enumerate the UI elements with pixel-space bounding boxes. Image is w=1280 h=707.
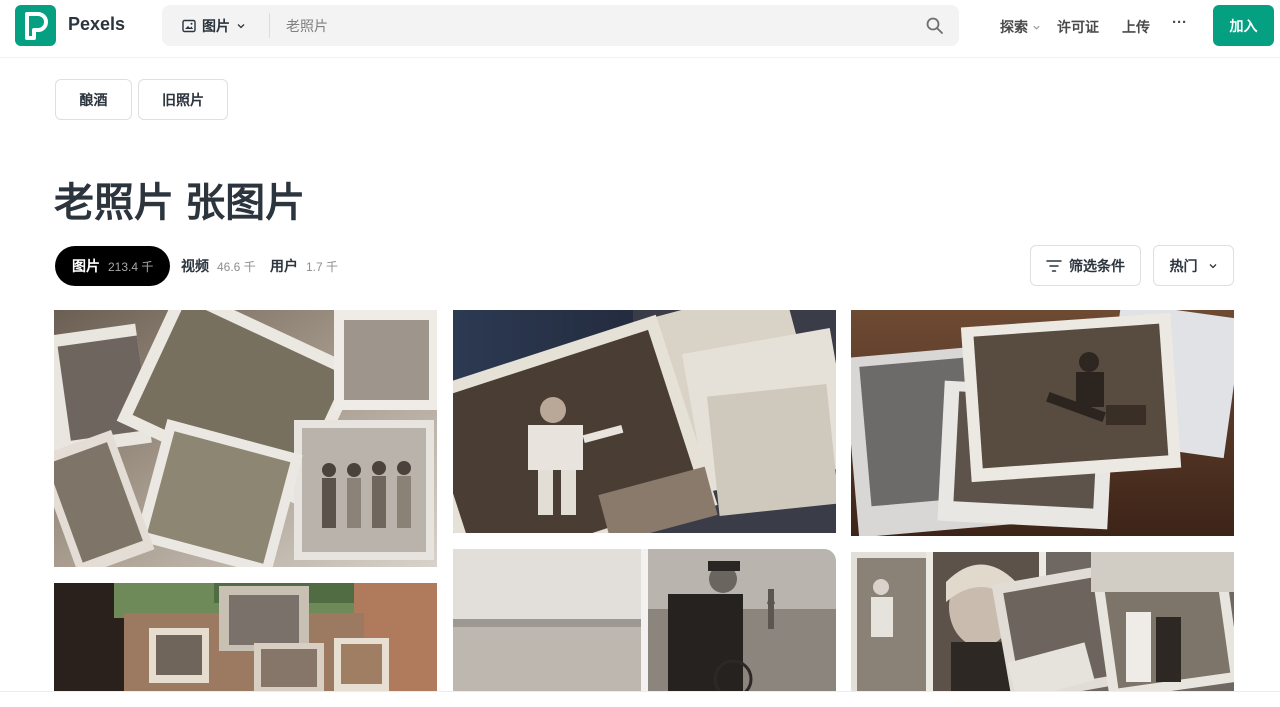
tab-count: 213.4 千	[108, 259, 154, 274]
filter-icon	[1046, 259, 1062, 272]
image-icon	[182, 19, 196, 32]
nav-upload[interactable]: 上传	[1122, 17, 1150, 37]
photo-scattered-children-photos[interactable]	[54, 310, 437, 567]
photo-stack-portrait-photos[interactable]	[851, 310, 1234, 536]
chevron-down-icon	[237, 23, 245, 28]
search-type-dropdown[interactable]: 图片	[162, 5, 270, 46]
chevron-down-icon	[1033, 25, 1040, 30]
search-icon[interactable]	[925, 16, 945, 36]
pexels-logo-icon[interactable]	[15, 5, 56, 46]
photo-girl-portrait-photos[interactable]	[851, 552, 1234, 691]
tab-count: 1.7 千	[306, 259, 339, 274]
tab-label: 视频	[181, 258, 209, 274]
search-divider	[269, 13, 270, 38]
nav-explore[interactable]: 探索	[1000, 17, 1041, 37]
page-title: 老照片 张图片	[54, 181, 306, 225]
related-chip-old-photos[interactable]: 旧照片	[138, 79, 228, 120]
tab-users[interactable]: 用户 1.7 千	[270, 246, 338, 286]
related-chip-brewing[interactable]: 酿酒	[55, 79, 132, 120]
more-options-icon[interactable]: ···	[1172, 14, 1187, 31]
bottom-edge	[0, 691, 1280, 707]
join-button[interactable]: 加入	[1213, 5, 1274, 46]
search-input[interactable]	[286, 5, 906, 46]
tab-photos[interactable]: 图片 213.4 千	[55, 246, 171, 286]
tab-label: 图片	[72, 258, 100, 274]
top-header: Pexels 图片 探索 许可证 上传 ··· 加	[0, 0, 1280, 58]
sort-label: 热门	[1169, 257, 1198, 274]
sort-dropdown[interactable]: 热门	[1153, 245, 1234, 286]
filter-button[interactable]: 筛选条件	[1030, 245, 1141, 286]
tab-videos[interactable]: 视频 46.6 千	[181, 246, 256, 286]
chevron-down-icon	[1209, 263, 1216, 268]
filter-label: 筛选条件	[1069, 257, 1125, 274]
nav-license[interactable]: 许可证	[1057, 17, 1099, 37]
search-type-label: 图片	[202, 17, 230, 34]
photo-box-of-old-photos[interactable]	[54, 583, 437, 691]
nav-explore-label: 探索	[1000, 19, 1028, 35]
brand-name[interactable]: Pexels	[68, 14, 125, 35]
photo-boy-sailor-suit-photo[interactable]	[453, 310, 836, 533]
search-bar: 图片	[162, 5, 959, 46]
photo-sea-and-man-with-bicycle[interactable]	[453, 549, 836, 691]
tab-count: 46.6 千	[217, 259, 256, 274]
tab-label: 用户	[270, 258, 298, 274]
